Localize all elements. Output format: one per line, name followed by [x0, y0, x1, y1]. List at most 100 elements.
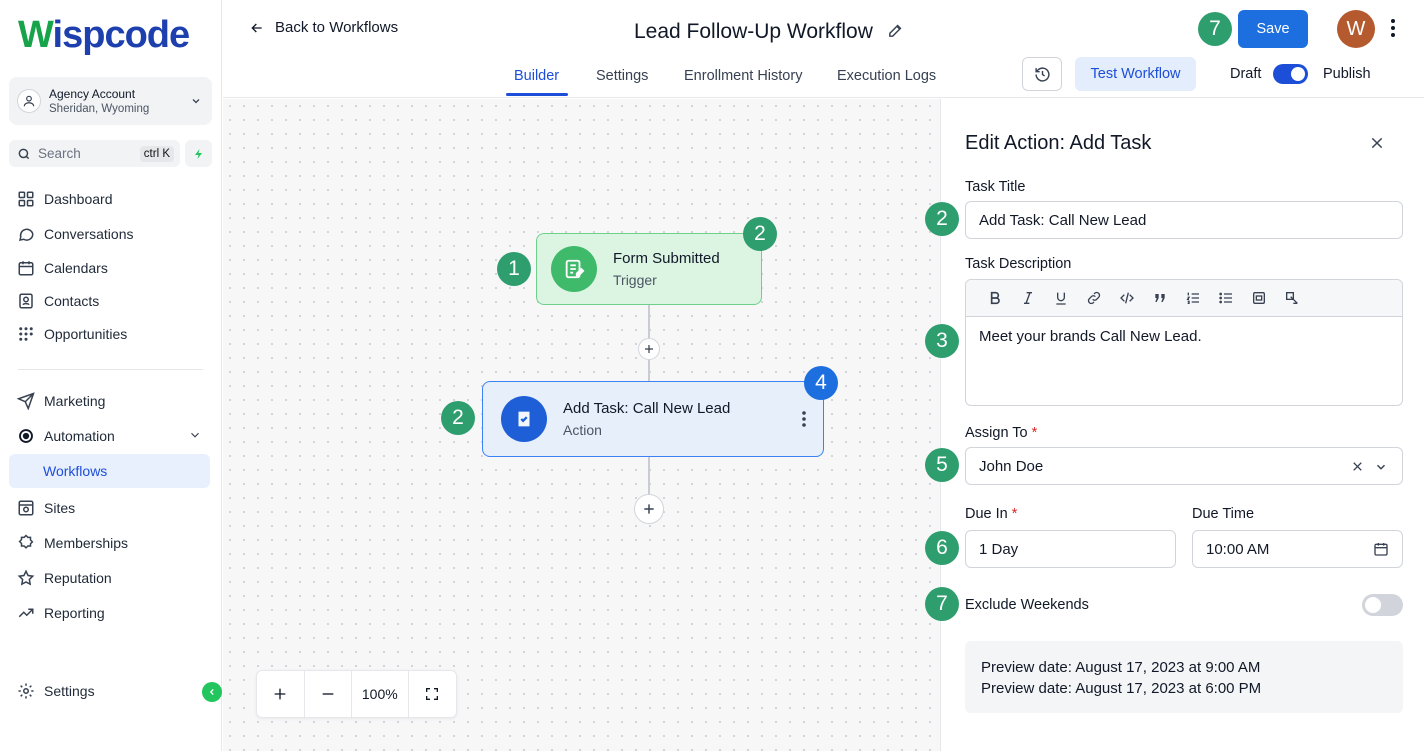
sidebar-item-sites[interactable]: Sites	[9, 491, 210, 525]
app-logo[interactable]: Wispcode	[18, 14, 191, 57]
action-subtitle: Action	[563, 422, 602, 438]
panel-title: Edit Action: Add Task	[965, 132, 1152, 154]
sidebar-item-calendars[interactable]: Calendars	[9, 251, 210, 285]
publish-label: Publish	[1323, 66, 1371, 82]
gear-icon	[16, 681, 36, 701]
automation-icon	[16, 426, 36, 446]
zoom-out-button[interactable]	[305, 671, 353, 717]
sidebar-item-label: Calendars	[44, 260, 108, 276]
tab-builder[interactable]: Builder	[514, 68, 559, 84]
sidebar-item-reporting[interactable]: Reporting	[9, 596, 210, 630]
required-marker: *	[1031, 425, 1038, 441]
assign-to-label: Assign To *	[965, 425, 1037, 441]
sidebar-item-opportunities[interactable]: Opportunities	[9, 317, 210, 351]
italic-icon[interactable]	[1011, 290, 1044, 306]
task-description-label: Task Description	[965, 256, 1072, 272]
code-icon[interactable]	[1110, 290, 1143, 306]
action-title: Add Task: Call New Lead	[563, 400, 731, 417]
edit-action-panel: Edit Action: Add Task Task Title 2 Add T…	[925, 99, 1424, 751]
sidebar-item-dashboard[interactable]: Dashboard	[9, 182, 210, 216]
add-step-button[interactable]	[638, 338, 660, 360]
account-switcher[interactable]: Agency Account Sheridan, Wyoming	[9, 77, 212, 125]
workflow-canvas[interactable]: Form Submitted Trigger Add Task: Call Ne…	[223, 99, 940, 751]
account-name: Agency Account	[49, 87, 136, 101]
close-icon	[1371, 137, 1383, 149]
underline-icon[interactable]	[1044, 290, 1077, 306]
task-description-editor[interactable]: Meet your brands Call New Lead.	[965, 279, 1403, 406]
sidebar-item-settings[interactable]: Settings	[9, 674, 210, 708]
clear-selection-icon[interactable]	[1351, 460, 1364, 473]
assign-to-select[interactable]: John Doe	[965, 447, 1403, 485]
collapse-sidebar-button[interactable]	[202, 682, 222, 702]
calendar-icon[interactable]	[1373, 541, 1389, 557]
tab-enrollment-history[interactable]: Enrollment History	[684, 68, 802, 84]
trigger-node[interactable]: Form Submitted Trigger	[536, 233, 762, 305]
grid-icon	[16, 189, 36, 209]
insert-field-icon[interactable]	[1242, 290, 1275, 306]
search-shortcut: ctrl K	[139, 145, 174, 162]
sidebar: Wispcode Agency Account Sheridan, Wyomin…	[0, 0, 222, 751]
annotation-badge: 7	[1198, 12, 1232, 46]
annotation-badge: 2	[743, 217, 777, 251]
sidebar-item-label: Settings	[44, 683, 95, 699]
sidebar-item-contacts[interactable]: Contacts	[9, 284, 210, 318]
annotation-badge: 7	[925, 587, 959, 621]
user-avatar[interactable]: W	[1337, 10, 1375, 48]
bullet-list-icon[interactable]	[1209, 290, 1242, 306]
close-panel-button[interactable]	[1369, 135, 1385, 151]
clear-format-icon[interactable]	[1275, 290, 1308, 306]
tab-execution-logs[interactable]: Execution Logs	[837, 68, 936, 84]
fit-screen-button[interactable]	[409, 671, 457, 717]
version-history-button[interactable]	[1022, 57, 1062, 91]
quick-actions-button[interactable]	[185, 140, 212, 167]
sidebar-item-label: Automation	[44, 428, 115, 444]
tab-settings[interactable]: Settings	[596, 68, 648, 84]
exclude-weekends-toggle[interactable]	[1362, 594, 1403, 616]
task-description-value: Meet your brands Call New Lead.	[979, 328, 1202, 345]
back-to-workflows-link[interactable]: Back to Workflows	[249, 19, 398, 36]
action-node[interactable]: Add Task: Call New Lead Action	[482, 381, 824, 457]
due-time-input[interactable]: 10:00 AM	[1192, 530, 1403, 568]
due-in-label-text: Due In	[965, 506, 1008, 522]
link-icon[interactable]	[1077, 290, 1110, 306]
sidebar-item-marketing[interactable]: Marketing	[9, 384, 210, 418]
task-title-input[interactable]: Add Task: Call New Lead	[965, 201, 1403, 239]
zoom-value: 100%	[361, 686, 398, 702]
bold-icon[interactable]	[978, 290, 1011, 306]
node-menu-button[interactable]	[801, 410, 807, 428]
sidebar-item-conversations[interactable]: Conversations	[9, 217, 210, 251]
sidebar-item-automation[interactable]: Automation	[9, 419, 210, 453]
more-options-button[interactable]	[1390, 18, 1396, 38]
plus-icon	[645, 345, 653, 353]
sidebar-item-label: Opportunities	[44, 326, 128, 342]
sidebar-item-reputation[interactable]: Reputation	[9, 561, 210, 595]
edit-title-button[interactable]	[887, 22, 904, 39]
badge-icon	[16, 533, 36, 553]
opportunities-icon	[16, 324, 36, 344]
sidebar-item-memberships[interactable]: Memberships	[9, 526, 210, 560]
save-button[interactable]: Save	[1238, 10, 1308, 48]
chat-bubble-icon	[16, 224, 36, 244]
vertical-dots-icon	[1391, 19, 1395, 37]
test-workflow-button[interactable]: Test Workflow	[1075, 57, 1196, 91]
logo-text: ispcode	[52, 14, 191, 56]
annotation-badge: 1	[497, 252, 531, 286]
fullscreen-icon	[426, 688, 439, 700]
search-placeholder: Search	[38, 146, 81, 161]
publish-toggle[interactable]	[1273, 64, 1308, 84]
ordered-list-icon[interactable]	[1176, 290, 1209, 306]
quote-icon[interactable]	[1143, 290, 1176, 306]
logo-mark: W	[18, 14, 54, 56]
arrow-left-icon	[251, 23, 262, 32]
add-step-button[interactable]	[634, 494, 664, 524]
calendar-icon	[16, 258, 36, 278]
annotation-badge: 6	[925, 531, 959, 565]
due-in-input[interactable]: 1 Day	[965, 530, 1176, 568]
zoom-in-button[interactable]	[257, 671, 305, 717]
chevron-down-icon[interactable]	[1374, 460, 1388, 474]
search-input[interactable]: Search ctrl K	[9, 140, 180, 167]
assign-to-value: John Doe	[979, 457, 1044, 475]
sidebar-item-workflows[interactable]: Workflows	[9, 454, 210, 488]
account-location: Sheridan, Wyoming	[49, 103, 150, 115]
trigger-title: Form Submitted	[613, 250, 720, 267]
